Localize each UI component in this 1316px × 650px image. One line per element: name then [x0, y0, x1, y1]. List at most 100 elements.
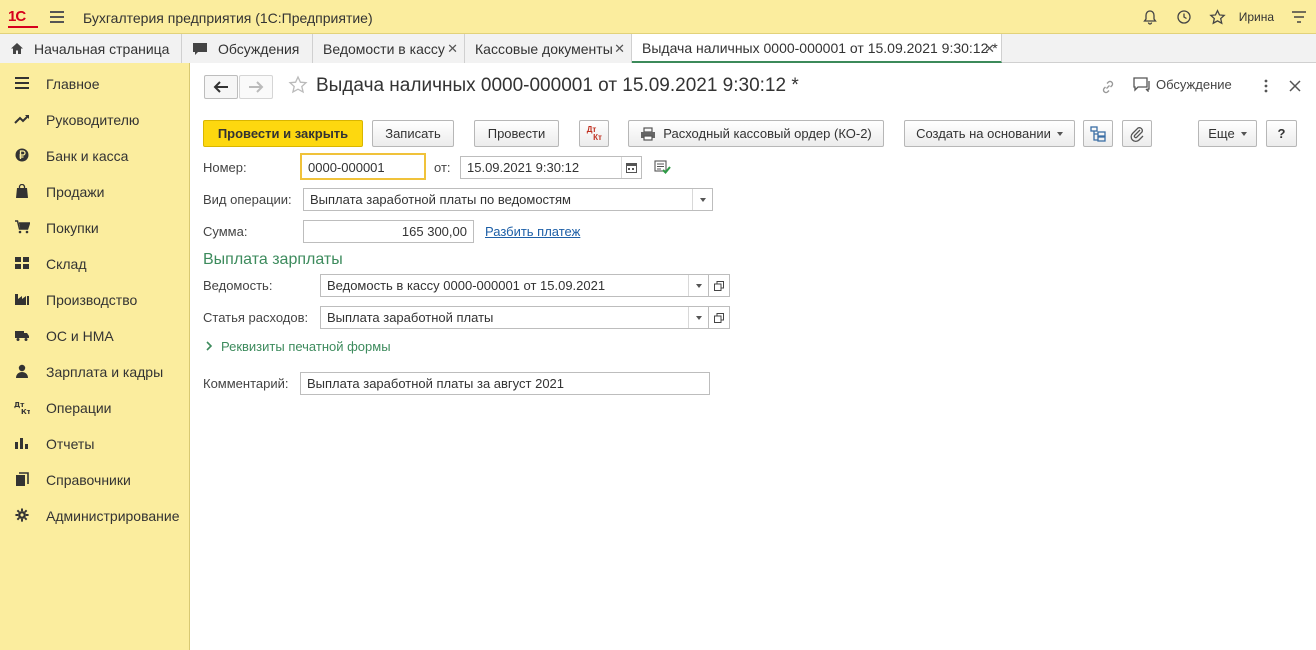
sidebar-item-label: Продажи — [46, 184, 105, 200]
tab-label: Кассовые документы — [475, 40, 613, 57]
hamburger-menu-icon[interactable] — [50, 11, 64, 23]
tab-cash-issue[interactable]: Выдача наличных 0000-000001 от 15.09.202… — [632, 34, 1002, 63]
close-form-icon[interactable] — [1289, 80, 1301, 92]
ruble-icon — [15, 148, 29, 162]
chevron-right-icon — [206, 339, 213, 354]
save-button[interactable]: Записать — [372, 120, 454, 147]
sidebar-item-label: Отчеты — [46, 436, 95, 452]
tab-statements[interactable]: Ведомости в кассу ✕ — [313, 34, 465, 63]
1c-logo[interactable]: 1С — [8, 9, 38, 28]
chevron-down-icon — [1240, 131, 1247, 136]
structure-button[interactable] — [1083, 120, 1113, 147]
chevron-down-icon[interactable] — [692, 189, 712, 210]
tab-label: Обсуждения — [218, 40, 300, 57]
settings-menu-icon[interactable] — [1282, 0, 1316, 34]
sidebar-item-bank[interactable]: Банк и касса — [0, 137, 190, 173]
more-vertical-icon[interactable] — [1263, 79, 1269, 93]
date-input[interactable]: 15.09.2021 9:30:12 — [460, 156, 642, 179]
tab-label: Начальная страница — [34, 40, 170, 57]
sidebar-item-label: Склад — [46, 256, 87, 272]
comment-label: Комментарий: — [203, 376, 289, 391]
expense-item-select[interactable]: Выплата заработной платы — [320, 306, 709, 329]
books-icon — [16, 472, 29, 486]
chevron-down-icon — [1056, 131, 1063, 136]
sidebar-item-operations[interactable]: Дт Кт Операции — [0, 389, 190, 425]
sidebar-item-purchases[interactable]: Покупки — [0, 209, 190, 245]
close-tab-icon[interactable]: ✕ — [984, 41, 995, 57]
document-title: Выдача наличных 0000-000001 от 15.09.202… — [316, 75, 799, 96]
kt-label: Кт — [593, 132, 602, 142]
person-icon — [16, 364, 28, 378]
bell-icon[interactable] — [1133, 0, 1167, 34]
comment-input[interactable]: Выплата заработной платы за август 2021 — [300, 372, 710, 395]
discussion-button[interactable]: Обсуждение — [1133, 77, 1232, 92]
top-icons: Ирина — [1133, 0, 1316, 34]
split-payment-link[interactable]: Разбить платеж — [485, 224, 580, 239]
operation-type-select[interactable]: Выплата заработной платы по ведомостям — [303, 188, 713, 211]
calendar-button[interactable] — [621, 157, 641, 178]
top-bar: 1С Бухгалтерия предприятия (1С:Предприят… — [0, 0, 1316, 34]
chevron-down-icon[interactable] — [688, 275, 708, 296]
help-button[interactable]: ? — [1266, 120, 1297, 147]
posting-status-icon[interactable] — [654, 160, 671, 175]
sidebar-item-references[interactable]: Справочники — [0, 461, 190, 497]
sidebar-item-manager[interactable]: Руководителю — [0, 101, 190, 137]
warehouse-icon — [15, 257, 29, 269]
tab-home[interactable]: Начальная страница — [0, 34, 182, 63]
print-cash-order-button[interactable]: Расходный кассовый ордер (КО-2) — [628, 120, 884, 147]
tab-cash-documents[interactable]: Кассовые документы ✕ — [465, 34, 632, 63]
open-statement-button[interactable] — [708, 274, 730, 297]
statement-select[interactable]: Ведомость в кассу 0000-000001 от 15.09.2… — [320, 274, 709, 297]
tab-label: Выдача наличных 0000-000001 от 15.09.202… — [642, 39, 998, 56]
history-icon[interactable] — [1167, 0, 1201, 34]
home-icon — [11, 43, 23, 54]
post-and-close-button[interactable]: Провести и закрыть — [203, 120, 363, 147]
sidebar-item-admin[interactable]: Администрирование — [0, 497, 190, 533]
number-label: Номер: — [203, 160, 247, 175]
sidebar-item-label: Производство — [46, 292, 138, 308]
print-cash-order-label: Расходный кассовый ордер (КО-2) — [663, 126, 872, 141]
paperclip-icon — [1130, 126, 1144, 142]
expense-item-value: Выплата заработной платы — [327, 310, 494, 325]
sidebar-item-label: Руководителю — [46, 112, 140, 128]
post-button[interactable]: Провести — [474, 120, 559, 147]
expense-item-label: Статья расходов: — [203, 310, 309, 325]
favorites-star-icon[interactable] — [1201, 0, 1235, 34]
sidebar-item-label: Покупки — [46, 220, 99, 236]
truck-icon — [15, 331, 29, 341]
close-tab-icon[interactable]: ✕ — [447, 41, 458, 57]
create-based-on-button[interactable]: Создать на основании — [904, 120, 1075, 147]
menu-list-icon — [15, 77, 29, 89]
sidebar-item-production[interactable]: Производство — [0, 281, 190, 317]
favorite-star-icon[interactable] — [288, 75, 308, 95]
factory-icon — [15, 294, 29, 305]
app-title: Бухгалтерия предприятия (1С:Предприятие) — [83, 10, 373, 26]
gear-icon — [15, 508, 29, 522]
open-expense-item-button[interactable] — [708, 306, 730, 329]
sidebar-item-reports[interactable]: Отчеты — [0, 425, 190, 461]
chevron-down-icon[interactable] — [688, 307, 708, 328]
user-name[interactable]: Ирина — [1239, 10, 1274, 24]
dt-kt-button[interactable]: Дт Кт — [579, 120, 609, 147]
chat-icon — [193, 42, 207, 55]
attach-button[interactable] — [1122, 120, 1152, 147]
sidebar-item-warehouse[interactable]: Склад — [0, 245, 190, 281]
sum-input[interactable]: 165 300,00 — [303, 220, 474, 243]
sidebar-item-sales[interactable]: Продажи — [0, 173, 190, 209]
more-button[interactable]: Еще — [1198, 120, 1257, 147]
close-tab-icon[interactable]: ✕ — [614, 41, 625, 57]
structure-icon — [1090, 125, 1106, 142]
create-based-on-label: Создать на основании — [916, 126, 1051, 141]
print-details-label: Реквизиты печатной формы — [221, 339, 391, 354]
link-icon[interactable] — [1100, 79, 1116, 95]
sidebar: Главное Руководителю Банк и касса Продаж… — [0, 63, 190, 650]
sidebar-item-salary[interactable]: Зарплата и кадры — [0, 353, 190, 389]
number-input[interactable]: 0000-000001 — [300, 153, 426, 180]
forward-button[interactable] — [239, 75, 273, 99]
sidebar-item-fixed-assets[interactable]: ОС и НМА — [0, 317, 190, 353]
sidebar-item-main[interactable]: Главное — [0, 65, 190, 101]
tab-discussions[interactable]: Обсуждения — [182, 34, 313, 63]
arrow-left-icon — [213, 81, 228, 93]
back-button[interactable] — [204, 75, 238, 99]
print-details-expander[interactable]: Реквизиты печатной формы — [206, 339, 391, 354]
